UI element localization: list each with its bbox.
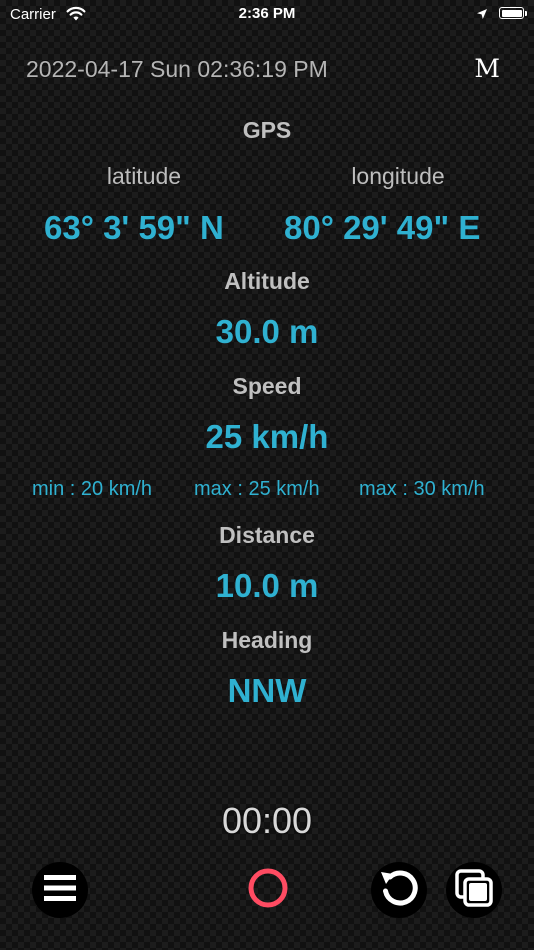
reset-icon bbox=[377, 866, 421, 915]
mode-button[interactable]: M bbox=[474, 54, 500, 83]
copy-icon bbox=[452, 866, 496, 915]
status-time: 2:36 PM bbox=[238, 5, 296, 22]
current-datetime: 2022-04-17 Sun 02:36:19 PM bbox=[26, 56, 328, 82]
menu-button[interactable] bbox=[32, 862, 88, 918]
altitude-value: 30.0 m bbox=[215, 313, 319, 350]
gps-title: GPS bbox=[242, 117, 292, 143]
longitude-value: 80° 29' 49" E bbox=[284, 209, 481, 246]
distance-value: 10.0 m bbox=[215, 567, 319, 604]
status-bar: Carrier 2:36 PM bbox=[0, 0, 534, 30]
record-icon bbox=[246, 866, 290, 915]
heading-value: NNW bbox=[227, 672, 307, 709]
heading-label: Heading bbox=[221, 627, 313, 653]
menu-icon bbox=[44, 874, 76, 907]
speed-average: max : 25 km/h bbox=[194, 478, 320, 500]
speed-max: max : 30 km/h bbox=[359, 478, 485, 500]
elapsed-timer: 00:00 bbox=[221, 800, 313, 841]
longitude-label: longitude bbox=[351, 163, 445, 189]
altitude-label: Altitude bbox=[224, 268, 310, 294]
speed-value: 25 km/h bbox=[205, 418, 329, 455]
battery-icon bbox=[499, 7, 527, 19]
speed-min: min : 20 km/h bbox=[32, 478, 153, 500]
distance-label: Distance bbox=[219, 522, 315, 548]
record-button[interactable] bbox=[240, 862, 296, 918]
location-arrow-icon bbox=[476, 7, 488, 24]
latitude-value: 63° 3' 59" N bbox=[44, 209, 224, 246]
latitude-label: latitude bbox=[106, 163, 182, 189]
copy-button[interactable] bbox=[446, 862, 502, 918]
speed-label: Speed bbox=[232, 373, 302, 399]
reset-button[interactable] bbox=[371, 862, 427, 918]
